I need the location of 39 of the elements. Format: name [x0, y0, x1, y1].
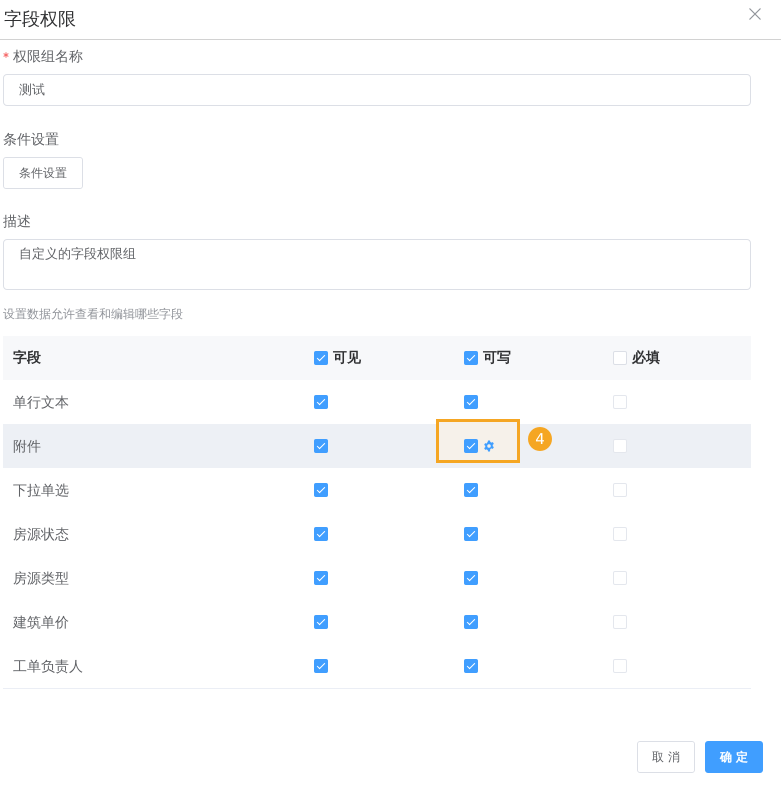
checkbox[interactable]	[464, 395, 478, 409]
cancel-button[interactable]: 取 消	[636, 741, 695, 773]
checkbox[interactable]	[464, 615, 478, 629]
column-header: 可见	[333, 348, 361, 368]
field-label: 描述	[3, 213, 32, 232]
checkbox[interactable]	[314, 659, 328, 673]
callout-number: 4	[528, 427, 552, 451]
field-name: 建筑单价	[13, 615, 69, 631]
checkbox[interactable]	[464, 483, 478, 497]
description-textarea[interactable]: 自定义的字段权限组	[3, 239, 751, 290]
checkbox[interactable]	[314, 483, 328, 497]
field-label: 条件设置	[3, 131, 60, 150]
column-header: 必填	[632, 348, 660, 368]
field-name: 附件	[13, 439, 41, 455]
checkbox[interactable]	[314, 615, 328, 629]
gear-icon[interactable]	[483, 440, 495, 452]
name-input-field[interactable]: 测试	[3, 74, 751, 106]
field-name: 单行文本	[13, 395, 69, 411]
close-icon[interactable]	[749, 8, 761, 20]
field-name: 房源状态	[13, 527, 69, 543]
checkbox[interactable]	[464, 439, 478, 453]
field-name: 房源类型	[13, 571, 69, 587]
checkbox[interactable]	[314, 571, 328, 585]
checkbox[interactable]	[464, 527, 478, 541]
column-header: 可写	[483, 348, 511, 368]
field-name: 下拉单选	[13, 483, 69, 499]
field-label: 权限组名称	[13, 48, 83, 67]
checkbox[interactable]	[464, 571, 478, 585]
checkbox[interactable]	[464, 351, 478, 365]
checkbox[interactable]	[464, 659, 478, 673]
field-name: 工单负责人	[13, 659, 83, 675]
hint-text: 设置数据允许查看和编辑哪些字段	[3, 306, 184, 322]
checkbox[interactable]	[314, 395, 328, 409]
checkbox[interactable]	[314, 351, 328, 365]
checkbox[interactable]	[314, 527, 328, 541]
checkbox[interactable]	[314, 439, 328, 453]
condition-settings-button[interactable]: 条件设置	[3, 157, 83, 189]
dialog-title: 字段权限	[4, 8, 76, 32]
column-header: 字段	[13, 348, 41, 368]
